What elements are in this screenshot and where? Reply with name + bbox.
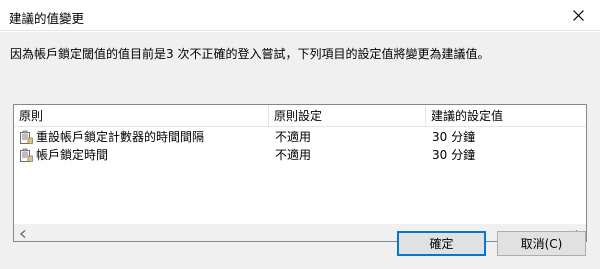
column-header-suggested[interactable]: 建議的設定值 xyxy=(426,105,586,127)
ok-button[interactable]: 確定 xyxy=(397,231,486,256)
scroll-left-button[interactable] xyxy=(14,225,31,241)
info-message: 因為帳戶鎖定閾值的值目前是3 次不正確的登入嘗試，下列項目的設定值將變更為建議值… xyxy=(10,47,490,61)
setting-cell: 不適用 xyxy=(275,148,312,162)
policy-cell: 帳戶鎖定時間 xyxy=(19,146,269,164)
scroll-track[interactable] xyxy=(31,225,569,241)
policy-cell: 重設帳戶鎖定計數器的時間間隔 xyxy=(19,128,269,146)
title-bar: 建議的值變更 xyxy=(0,0,600,31)
setting-cell: 不適用 xyxy=(275,130,312,144)
policy-name: 帳戶鎖定時間 xyxy=(36,148,109,162)
suggested-cell: 30 分鐘 xyxy=(432,130,476,144)
close-icon xyxy=(572,10,584,21)
dialog-content: 因為帳戶鎖定閾值的值目前是3 次不正確的登入嘗試，下列項目的設定值將變更為建議值… xyxy=(0,32,600,269)
policy-icon xyxy=(20,148,33,162)
policy-icon xyxy=(20,130,33,144)
list-header: 原則 原則設定 建議的設定值 xyxy=(14,105,586,127)
window-title: 建議的值變更 xyxy=(9,11,85,26)
column-header-policy[interactable]: 原則 xyxy=(14,105,269,127)
chevron-left-icon xyxy=(19,229,25,238)
cancel-button[interactable]: 取消(C) xyxy=(497,231,586,256)
column-header-setting[interactable]: 原則設定 xyxy=(269,105,426,127)
suggested-cell: 30 分鐘 xyxy=(432,148,476,162)
policy-name: 重設帳戶鎖定計數器的時間間隔 xyxy=(36,130,205,144)
policy-list[interactable]: 原則 原則設定 建議的設定值 重設帳戶鎖定計數器的時間間隔 不適用 30 分鐘 xyxy=(13,104,587,242)
list-item[interactable]: 重設帳戶鎖定計數器的時間間隔 不適用 30 分鐘 xyxy=(14,128,586,146)
close-button[interactable] xyxy=(556,0,600,31)
list-item[interactable]: 帳戶鎖定時間 不適用 30 分鐘 xyxy=(14,146,586,164)
